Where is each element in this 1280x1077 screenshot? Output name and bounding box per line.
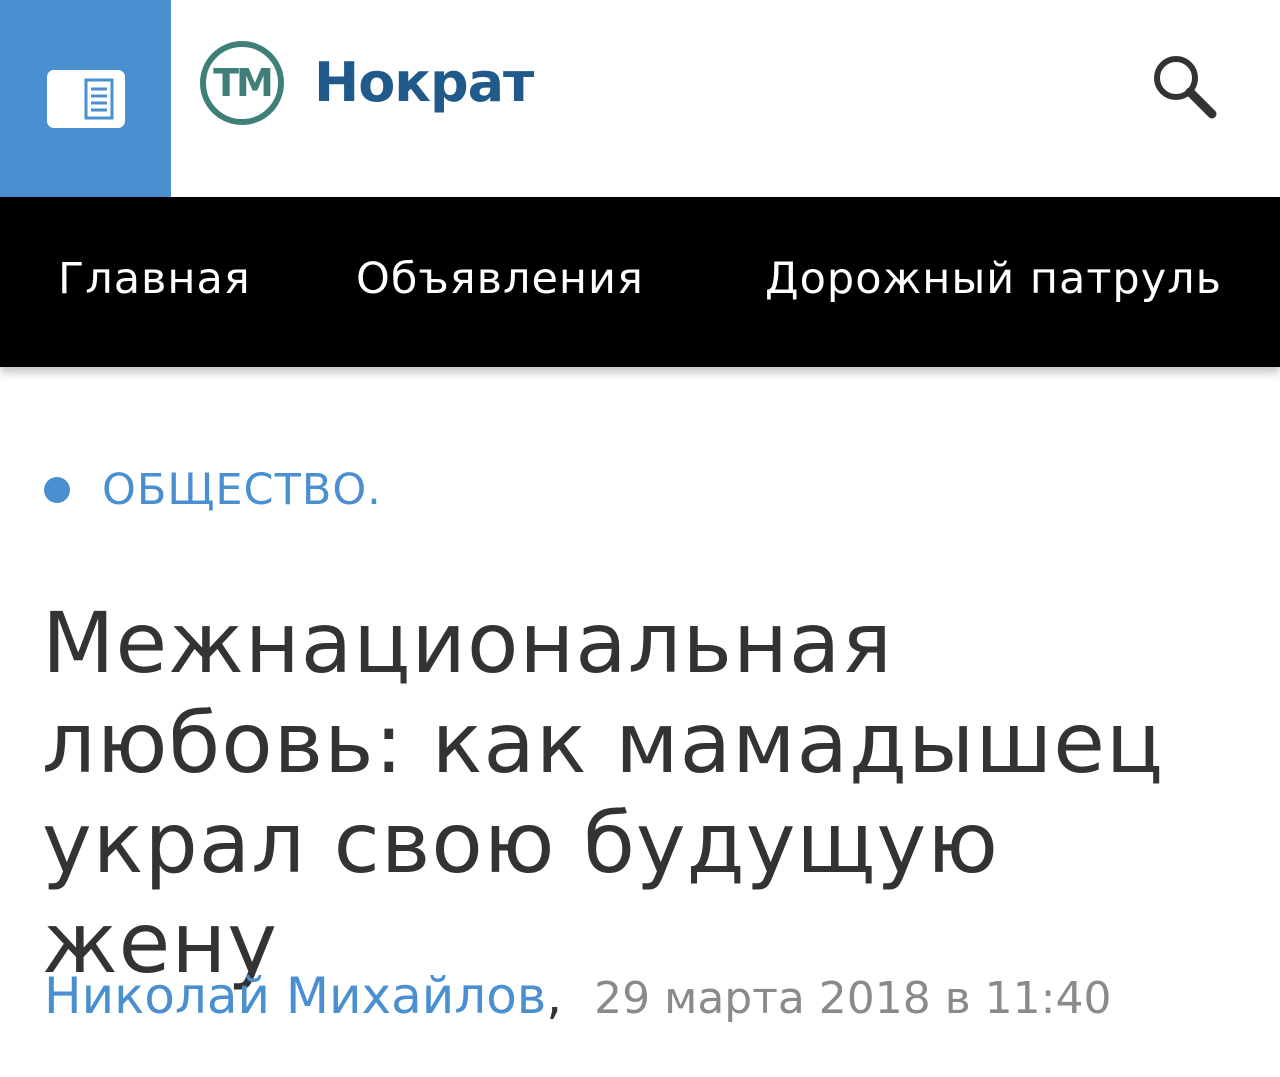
site-logo[interactable]: ТМ Нократ xyxy=(198,38,534,128)
category-dot-icon xyxy=(44,477,70,503)
article-byline: Николай Михайлов, 29 марта 2018 в 11:40 xyxy=(44,961,1111,1043)
logo-text: Нократ xyxy=(314,51,534,114)
site-header: ТМ Нократ xyxy=(0,0,1280,197)
menu-button[interactable] xyxy=(0,0,171,197)
publish-date: 29 марта 2018 в 11:40 xyxy=(594,973,1112,1024)
byline-separator: , xyxy=(546,967,563,1025)
category-link[interactable]: ОБЩЕСТВО. xyxy=(102,465,382,515)
search-button[interactable] xyxy=(1148,50,1220,122)
nav-item-road-patrol[interactable]: Дорожный патруль xyxy=(765,197,1222,367)
nav-item-home[interactable]: Главная xyxy=(58,197,251,367)
newspaper-menu-icon xyxy=(46,69,125,128)
headline-line: любовь: как мамадышец xyxy=(42,694,1165,792)
logo-mark-text: ТМ xyxy=(213,61,271,105)
category-tag: ОБЩЕСТВО. xyxy=(44,464,382,516)
logo-mark-icon: ТМ xyxy=(200,41,284,125)
main-navigation: Главная Объявления Дорожный патруль xyxy=(0,197,1280,367)
author-link[interactable]: Николай Михайлов xyxy=(44,967,546,1025)
search-icon xyxy=(1154,56,1217,119)
nav-item-ads[interactable]: Объявления xyxy=(356,197,644,367)
headline-line: Межнациональная xyxy=(42,594,893,692)
article-headline: Межнациональная любовь: как мамадышец ук… xyxy=(42,593,1242,993)
